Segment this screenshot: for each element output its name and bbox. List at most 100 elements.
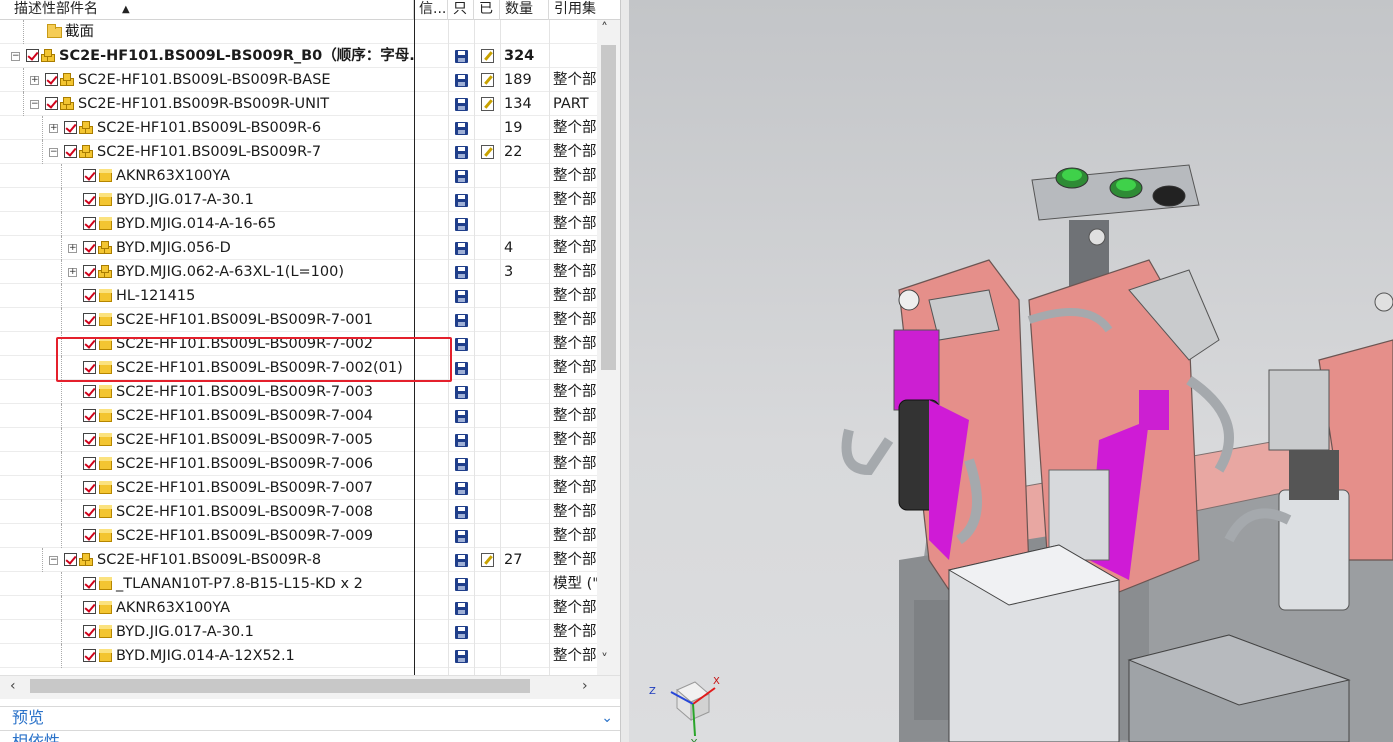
- tree-node[interactable]: + BYD.MJIG.062-A-63XL-1(L=100): [0, 260, 414, 284]
- visibility-checkbox[interactable]: [83, 577, 96, 590]
- chevron-down-icon[interactable]: ⌄: [601, 732, 613, 742]
- tree-node[interactable]: BYD.MJIG.014-A-16-65: [0, 212, 414, 236]
- reference-set-cell[interactable]: 整个部: [550, 332, 597, 356]
- tree-row[interactable]: + SC2E-HF101.BS009L-BS009R-6 19 整个部: [0, 116, 597, 140]
- tree-node[interactable]: + SC2E-HF101.BS009L-BS009R-6: [0, 116, 414, 140]
- tree-row[interactable]: 截面: [0, 20, 597, 44]
- tree-node[interactable]: − SC2E-HF101.BS009R-BS009R-UNIT: [0, 92, 414, 116]
- visibility-checkbox[interactable]: [83, 601, 96, 614]
- expand-icon[interactable]: +: [68, 268, 77, 277]
- reference-set-cell[interactable]: 整个部: [550, 284, 597, 308]
- tree-row[interactable]: + SC2E-HF101.BS009L-BS009R-BASE 189 整个部: [0, 68, 597, 92]
- tree-row[interactable]: − SC2E-HF101.BS009L-BS009R_B0（顺序：字母... 324: [0, 44, 597, 68]
- tree-node[interactable]: HL-121415: [0, 284, 414, 308]
- tree-row[interactable]: SC2E-HF101.BS009L-BS009R-7-005 整个部: [0, 428, 597, 452]
- tree-row[interactable]: BYD.JIG.017-A-30.1 整个部: [0, 620, 597, 644]
- reference-set-cell[interactable]: 整个部: [550, 524, 597, 548]
- scroll-up-icon[interactable]: ˄: [601, 21, 608, 37]
- visibility-checkbox[interactable]: [83, 265, 96, 278]
- tree-row[interactable]: BYD.MJIG.014-A-16-65 整个部: [0, 212, 597, 236]
- tree-row[interactable]: SC2E-HF101.BS009L-BS009R-7-006 整个部: [0, 452, 597, 476]
- reference-set-cell[interactable]: 整个部: [550, 404, 597, 428]
- tree-node[interactable]: + SC2E-HF101.BS009L-BS009R-BASE: [0, 68, 414, 92]
- visibility-checkbox[interactable]: [64, 121, 77, 134]
- visibility-checkbox[interactable]: [83, 433, 96, 446]
- column-header-saved[interactable]: 只: [449, 0, 474, 20]
- visibility-checkbox[interactable]: [26, 49, 39, 62]
- collapse-icon[interactable]: −: [30, 100, 39, 109]
- tree-row[interactable]: BYD.JIG.017-A-30.1 整个部: [0, 188, 597, 212]
- tree-node[interactable]: SC2E-HF101.BS009L-BS009R-7-009: [0, 524, 414, 548]
- tree-node[interactable]: AKNR63X100YA: [0, 164, 414, 188]
- visibility-checkbox[interactable]: [83, 241, 96, 254]
- visibility-checkbox[interactable]: [64, 145, 77, 158]
- visibility-checkbox[interactable]: [83, 289, 96, 302]
- view-triad[interactable]: X Z Y: [649, 676, 720, 742]
- reference-set-cell[interactable]: 整个部: [550, 140, 597, 164]
- collapse-icon[interactable]: −: [49, 148, 58, 157]
- reference-set-cell[interactable]: 整个部: [550, 620, 597, 644]
- graphics-viewport[interactable]: X Z Y: [629, 0, 1393, 742]
- visibility-checkbox[interactable]: [83, 529, 96, 542]
- chevron-down-icon[interactable]: ⌄: [601, 708, 613, 729]
- horizontal-scroll-thumb[interactable]: [30, 679, 530, 693]
- reference-set-cell[interactable]: 整个部: [550, 188, 597, 212]
- collapse-icon[interactable]: −: [11, 52, 20, 61]
- tree-row[interactable]: SC2E-HF101.BS009L-BS009R-7-007 整个部: [0, 476, 597, 500]
- visibility-checkbox[interactable]: [83, 193, 96, 206]
- reference-set-cell[interactable]: 整个部: [550, 452, 597, 476]
- reference-set-cell[interactable]: 整个部: [550, 356, 597, 380]
- tree-row[interactable]: + BYD.MJIG.056-D 4 整个部: [0, 236, 597, 260]
- tree-node[interactable]: SC2E-HF101.BS009L-BS009R-7-005: [0, 428, 414, 452]
- tree-row[interactable]: AKNR63X100YA 整个部: [0, 164, 597, 188]
- tree-row[interactable]: + BYD.MJIG.062-A-63XL-1(L=100) 3 整个部: [0, 260, 597, 284]
- expand-icon[interactable]: +: [49, 124, 58, 133]
- tree-row[interactable]: SC2E-HF101.BS009L-BS009R-7-004 整个部: [0, 404, 597, 428]
- expand-icon[interactable]: +: [30, 76, 39, 85]
- visibility-checkbox[interactable]: [83, 385, 96, 398]
- column-header-quantity[interactable]: 数量: [501, 0, 549, 20]
- tree-row[interactable]: − SC2E-HF101.BS009L-BS009R-7 22 整个部: [0, 140, 597, 164]
- column-header-modified[interactable]: 已: [475, 0, 500, 20]
- tree-node[interactable]: − SC2E-HF101.BS009L-BS009R-7: [0, 140, 414, 164]
- visibility-checkbox[interactable]: [83, 409, 96, 422]
- reference-set-cell[interactable]: 整个部: [550, 68, 597, 92]
- tree-row[interactable]: AKNR63X100YA 整个部: [0, 596, 597, 620]
- reference-set-cell[interactable]: PART: [550, 92, 597, 116]
- tree-node[interactable]: − SC2E-HF101.BS009L-BS009R-8: [0, 548, 414, 572]
- reference-set-cell[interactable]: 模型 (": [550, 572, 597, 596]
- tree-row[interactable]: _TLANAN10T-P7.8-B15-L15-KD x 2 模型 (": [0, 572, 597, 596]
- visibility-checkbox[interactable]: [83, 505, 96, 518]
- column-header-name[interactable]: 描述性部件名 ▲: [0, 0, 414, 20]
- tree-row[interactable]: BYD.MJIG.014-A-12X52.1 整个部: [0, 644, 597, 668]
- tree-node[interactable]: SC2E-HF101.BS009L-BS009R-7-007: [0, 476, 414, 500]
- visibility-checkbox[interactable]: [64, 553, 77, 566]
- tree-node[interactable]: SC2E-HF101.BS009L-BS009R-7-004: [0, 404, 414, 428]
- tree-row[interactable]: − SC2E-HF101.BS009R-BS009R-UNIT 134 PART: [0, 92, 597, 116]
- reference-set-cell[interactable]: [550, 44, 597, 68]
- visibility-checkbox[interactable]: [83, 481, 96, 494]
- tree-node[interactable]: BYD.MJIG.014-A-12X52.1: [0, 644, 414, 668]
- tree-node[interactable]: SC2E-HF101.BS009L-BS009R-7-008: [0, 500, 414, 524]
- reference-set-cell[interactable]: 整个部: [550, 644, 597, 668]
- visibility-checkbox[interactable]: [83, 457, 96, 470]
- visibility-checkbox[interactable]: [83, 169, 96, 182]
- reference-set-cell[interactable]: 整个部: [550, 164, 597, 188]
- tree-row[interactable]: HL-121415 整个部: [0, 284, 597, 308]
- tree-row[interactable]: SC2E-HF101.BS009L-BS009R-7-003 整个部: [0, 380, 597, 404]
- visibility-checkbox[interactable]: [83, 625, 96, 638]
- visibility-checkbox[interactable]: [83, 649, 96, 662]
- visibility-checkbox[interactable]: [45, 73, 58, 86]
- tree-node[interactable]: BYD.JIG.017-A-30.1: [0, 188, 414, 212]
- collapse-icon[interactable]: −: [49, 556, 58, 565]
- column-header-info[interactable]: 信...: [415, 0, 448, 20]
- reference-set-cell[interactable]: [550, 20, 597, 44]
- reference-set-cell[interactable]: 整个部: [550, 428, 597, 452]
- reference-set-cell[interactable]: 整个部: [550, 236, 597, 260]
- panel-splitter[interactable]: [621, 0, 629, 742]
- tree-row[interactable]: SC2E-HF101.BS009L-BS009R-7-009 整个部: [0, 524, 597, 548]
- tree-node[interactable]: + BYD.MJIG.056-D: [0, 236, 414, 260]
- reference-set-cell[interactable]: 整个部: [550, 596, 597, 620]
- tree-node[interactable]: _TLANAN10T-P7.8-B15-L15-KD x 2: [0, 572, 414, 596]
- scroll-left-icon[interactable]: ‹: [10, 678, 16, 694]
